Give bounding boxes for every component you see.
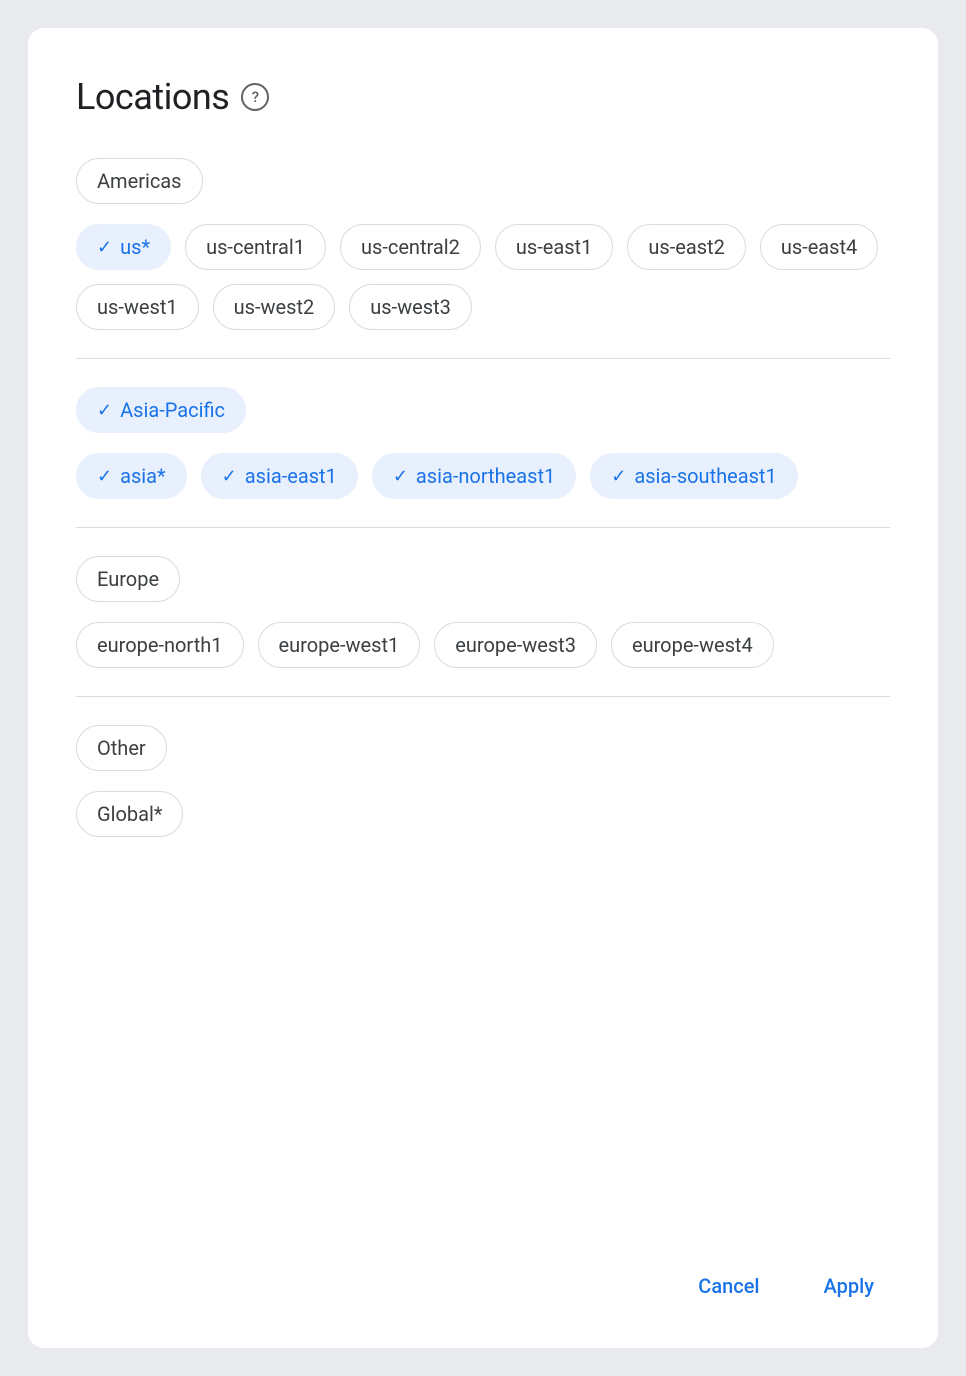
chip-label: us-west1 xyxy=(97,295,178,319)
cancel-button[interactable]: Cancel xyxy=(682,1264,775,1308)
chip-label: us-east4 xyxy=(781,235,857,259)
section-europe: Europe europe-north1 europe-west1 europe-we… xyxy=(76,556,890,668)
check-icon: ✓ xyxy=(222,466,237,487)
chip-asia-[interactable]: ✓ asia* xyxy=(76,453,187,499)
chip-us-east1[interactable]: us-east1 xyxy=(495,224,613,270)
chip-label: us-central1 xyxy=(206,235,305,259)
apply-button[interactable]: Apply xyxy=(808,1264,890,1308)
chip-label: europe-west3 xyxy=(455,633,576,657)
section-other: Other Global* xyxy=(76,725,890,837)
chip-global-[interactable]: Global* xyxy=(76,791,183,837)
chip-us-east2[interactable]: us-east2 xyxy=(627,224,745,270)
chip-label: us-west2 xyxy=(234,295,315,319)
check-icon: ✓ xyxy=(97,400,112,421)
section-header-label: Other xyxy=(97,736,146,760)
dialog-header: Locations ? xyxy=(76,76,890,118)
section-divider xyxy=(76,527,890,528)
check-icon: ✓ xyxy=(393,466,408,487)
section-header-label: Asia-Pacific xyxy=(120,398,225,422)
section-divider xyxy=(76,358,890,359)
chip-us-west3[interactable]: us-west3 xyxy=(349,284,472,330)
chip-label: us-east1 xyxy=(516,235,592,259)
chip-label: us-west3 xyxy=(370,295,451,319)
chip-us-west2[interactable]: us-west2 xyxy=(213,284,336,330)
chip-europe-north1[interactable]: europe-north1 xyxy=(76,622,244,668)
chip-us-central2[interactable]: us-central2 xyxy=(340,224,481,270)
section-header-label: Americas xyxy=(97,169,182,193)
section-divider xyxy=(76,696,890,697)
chip-asia-northeast1[interactable]: ✓ asia-northeast1 xyxy=(372,453,576,499)
chip-label: us-east2 xyxy=(648,235,724,259)
locations-dialog: Locations ? Americas ✓ us* us-central1 us-ce… xyxy=(28,28,938,1348)
chips-row-other: Global* xyxy=(76,791,890,837)
section-header-europe[interactable]: Europe xyxy=(76,556,180,602)
sections-container: Americas ✓ us* us-central1 us-central2 us-eas… xyxy=(76,158,890,851)
check-icon: ✓ xyxy=(611,466,626,487)
chip-europe-west4[interactable]: europe-west4 xyxy=(611,622,774,668)
chip-asia-southeast1[interactable]: ✓ asia-southeast1 xyxy=(590,453,797,499)
chip-label: europe-west1 xyxy=(279,633,400,657)
chip-us-east4[interactable]: us-east4 xyxy=(760,224,878,270)
check-icon: ✓ xyxy=(97,466,112,487)
chips-row-americas: ✓ us* us-central1 us-central2 us-east1 us-eas… xyxy=(76,224,890,330)
section-header-americas[interactable]: Americas xyxy=(76,158,203,204)
chip-us-west1[interactable]: us-west1 xyxy=(76,284,199,330)
chip-label: us-central2 xyxy=(361,235,460,259)
help-icon[interactable]: ? xyxy=(241,83,269,111)
chip-label: asia-northeast1 xyxy=(416,464,555,488)
chips-row-europe: europe-north1 europe-west1 europe-west3 eur… xyxy=(76,622,890,668)
chip-label: europe-west4 xyxy=(632,633,753,657)
chips-row-asia-pacific: ✓ asia* ✓ asia-east1 ✓ asia-northeast1 ✓ asia-s… xyxy=(76,453,890,499)
chip-asia-east1[interactable]: ✓ asia-east1 xyxy=(201,453,358,499)
section-header-asia-pacific[interactable]: ✓ Asia-Pacific xyxy=(76,387,246,433)
section-header-other[interactable]: Other xyxy=(76,725,167,771)
chip-label: Global* xyxy=(97,802,162,826)
chip-label: asia* xyxy=(120,464,166,488)
chip-europe-west1[interactable]: europe-west1 xyxy=(258,622,421,668)
chip-europe-west3[interactable]: europe-west3 xyxy=(434,622,597,668)
chip-label: asia-southeast1 xyxy=(634,464,776,488)
section-header-label: Europe xyxy=(97,567,159,591)
dialog-title: Locations xyxy=(76,76,229,118)
chip-us-central1[interactable]: us-central1 xyxy=(185,224,326,270)
section-asia-pacific: ✓ Asia-Pacific ✓ asia* ✓ asia-east1 ✓ asia-nort… xyxy=(76,387,890,499)
chip-label: asia-east1 xyxy=(245,464,337,488)
check-icon: ✓ xyxy=(97,237,112,258)
dialog-footer: Cancel Apply xyxy=(76,1232,890,1308)
chip-label: us* xyxy=(120,235,150,259)
chip-us-[interactable]: ✓ us* xyxy=(76,224,171,270)
section-americas: Americas ✓ us* us-central1 us-central2 us-eas… xyxy=(76,158,890,330)
chip-label: europe-north1 xyxy=(97,633,223,657)
